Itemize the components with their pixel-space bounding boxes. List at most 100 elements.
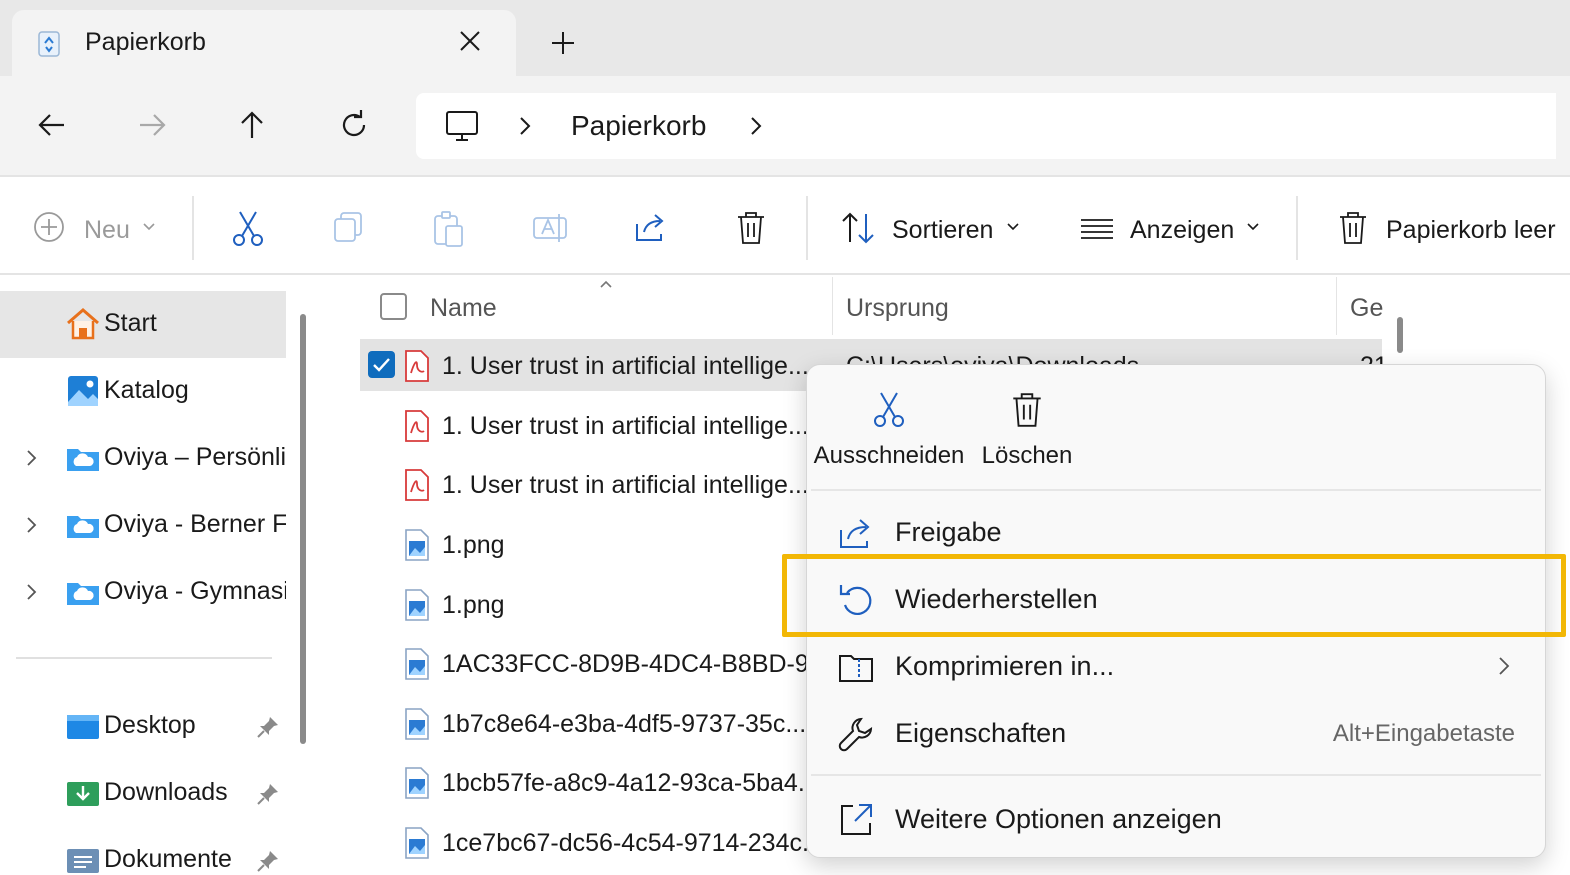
- menu-item-more-options[interactable]: Weitere Optionen anzeigen: [815, 790, 1537, 848]
- chevron-right-icon[interactable]: [747, 115, 765, 137]
- paste-icon[interactable]: [432, 210, 466, 248]
- breadcrumb-papierkorb[interactable]: Papierkorb: [571, 110, 706, 142]
- up-arrow-icon[interactable]: [236, 109, 268, 141]
- tab-title: Papierkorb: [85, 28, 206, 56]
- column-header-row: Name Ursprung Ge: [322, 277, 1422, 335]
- sidebar-item-onedrive-personal[interactable]: Oviya – Persönlic: [0, 425, 286, 492]
- monitor-icon: [446, 111, 478, 141]
- chevron-right-icon[interactable]: [22, 582, 40, 602]
- chevron-down-icon[interactable]: [1246, 222, 1260, 232]
- wrench-icon: [838, 717, 873, 752]
- sidebar-item-desktop[interactable]: Desktop: [0, 693, 286, 760]
- image-file-icon: [405, 708, 429, 740]
- pin-icon[interactable]: [256, 782, 280, 806]
- select-all-checkbox[interactable]: [380, 293, 407, 320]
- chevron-right-icon[interactable]: [516, 115, 534, 137]
- chevron-right-icon[interactable]: [22, 448, 40, 468]
- back-arrow-icon[interactable]: [36, 109, 68, 141]
- image-file-icon: [405, 827, 429, 859]
- shortcut-hint: Alt+Eingabetaste: [1332, 720, 1515, 747]
- recycle-bin-icon: [38, 31, 60, 57]
- sidebar-item-label: Katalog: [104, 376, 189, 404]
- delete-button[interactable]: Löschen: [947, 387, 1107, 477]
- image-file-icon: [405, 648, 429, 680]
- downloads-folder-icon: [67, 782, 99, 806]
- view-lines-icon[interactable]: [1080, 218, 1114, 240]
- sidebar-item-label: Desktop: [104, 711, 196, 739]
- file-name: 1ce7bc67-dc56-4c54-9714-234c...: [442, 829, 823, 857]
- menu-item-label: Eigenschaften: [895, 718, 1067, 748]
- trash-icon: [1013, 393, 1041, 427]
- sidebar-item-label: Downloads: [104, 778, 228, 806]
- chevron-down-icon[interactable]: [142, 222, 156, 232]
- file-name: 1AC33FCC-8D9B-4DC4-B8BD-9...: [442, 650, 830, 678]
- file-name: 1. User trust in artificial intellige...: [442, 471, 809, 499]
- menu-item-properties[interactable]: Eigenschaften Alt+Eingabetaste: [815, 704, 1537, 762]
- sort-arrows-icon[interactable]: [840, 210, 876, 246]
- pdf-file-icon: [405, 350, 429, 382]
- sidebar-item-onedrive-berner[interactable]: Oviya - Berner Fa: [0, 492, 286, 559]
- column-divider[interactable]: [1336, 277, 1337, 335]
- view-button[interactable]: Anzeigen: [1130, 216, 1234, 245]
- sidebar-item-label: Oviya - Berner Fa: [104, 510, 286, 538]
- image-file-icon: [405, 589, 429, 621]
- cut-label: Ausschneiden: [813, 442, 965, 469]
- column-date[interactable]: Ge: [1350, 294, 1383, 323]
- scissors-icon[interactable]: [230, 210, 266, 248]
- sidebar-item-label: Dokumente: [104, 845, 232, 873]
- pin-icon[interactable]: [256, 849, 280, 873]
- toolbar-divider: [192, 196, 194, 260]
- menu-item-label: Komprimieren in...: [895, 651, 1115, 681]
- cloud-folder-icon: [67, 516, 99, 538]
- plus-circle-icon[interactable]: [32, 210, 66, 244]
- chevron-right-icon[interactable]: [22, 515, 40, 535]
- nav-scrollbar[interactable]: [300, 314, 306, 744]
- checkmark-icon: [373, 358, 390, 372]
- highlight-frame: [782, 554, 1566, 637]
- column-divider[interactable]: [832, 277, 833, 335]
- menu-item-label: Freigabe: [895, 517, 1002, 547]
- refresh-icon[interactable]: [338, 109, 370, 141]
- pin-icon[interactable]: [256, 715, 280, 739]
- copy-icon[interactable]: [332, 210, 366, 244]
- list-scrollbar[interactable]: [1397, 317, 1403, 353]
- sidebar-item-label: Start: [104, 309, 157, 337]
- menu-item-compress[interactable]: Komprimieren in...: [815, 637, 1537, 695]
- pdf-file-icon: [405, 410, 429, 442]
- sidebar-item-label: Oviya - Gymnasi: [104, 577, 286, 605]
- column-name[interactable]: Name: [430, 294, 497, 323]
- chevron-right-icon: [1499, 657, 1510, 675]
- sort-button[interactable]: Sortieren: [892, 216, 993, 245]
- column-origin[interactable]: Ursprung: [846, 294, 949, 323]
- close-icon[interactable]: [455, 26, 485, 56]
- forward-arrow-icon[interactable]: [136, 109, 168, 141]
- tab-bar: Papierkorb: [0, 0, 1570, 76]
- sidebar-item-downloads[interactable]: Downloads: [0, 760, 286, 827]
- row-checkbox[interactable]: [368, 351, 395, 378]
- sidebar-item-onedrive-gymnasium[interactable]: Oviya - Gymnasi: [0, 559, 286, 626]
- file-name: 1bcb57fe-a8c9-4a12-93ca-5ba4...: [442, 769, 819, 797]
- chevron-down-icon[interactable]: [1006, 222, 1020, 232]
- rename-icon[interactable]: [532, 210, 568, 246]
- desktop-folder-icon: [67, 715, 99, 739]
- sidebar-item-dokumente[interactable]: Dokumente: [0, 827, 286, 875]
- share-icon[interactable]: [634, 210, 670, 244]
- sidebar-item-start[interactable]: Start: [0, 291, 286, 358]
- new-button[interactable]: Neu: [84, 216, 130, 245]
- tab-papierkorb[interactable]: Papierkorb: [12, 10, 516, 76]
- new-tab-icon[interactable]: [548, 28, 578, 58]
- delete-label: Löschen: [981, 442, 1073, 469]
- sidebar-item-katalog[interactable]: Katalog: [0, 358, 286, 425]
- nav-divider: [16, 657, 272, 659]
- cloud-folder-icon: [67, 583, 99, 605]
- empty-recycle-bin-button[interactable]: Papierkorb leer: [1386, 216, 1556, 245]
- menu-item-share[interactable]: Freigabe: [815, 503, 1537, 561]
- trash-icon[interactable]: [1336, 210, 1370, 246]
- menu-divider: [811, 774, 1541, 776]
- scissors-icon: [874, 392, 904, 427]
- cloud-folder-icon: [67, 449, 99, 471]
- trash-icon[interactable]: [734, 210, 768, 246]
- address-field[interactable]: Papierkorb: [416, 93, 1556, 159]
- home-icon: [67, 308, 99, 340]
- cut-button[interactable]: Ausschneiden: [809, 387, 969, 477]
